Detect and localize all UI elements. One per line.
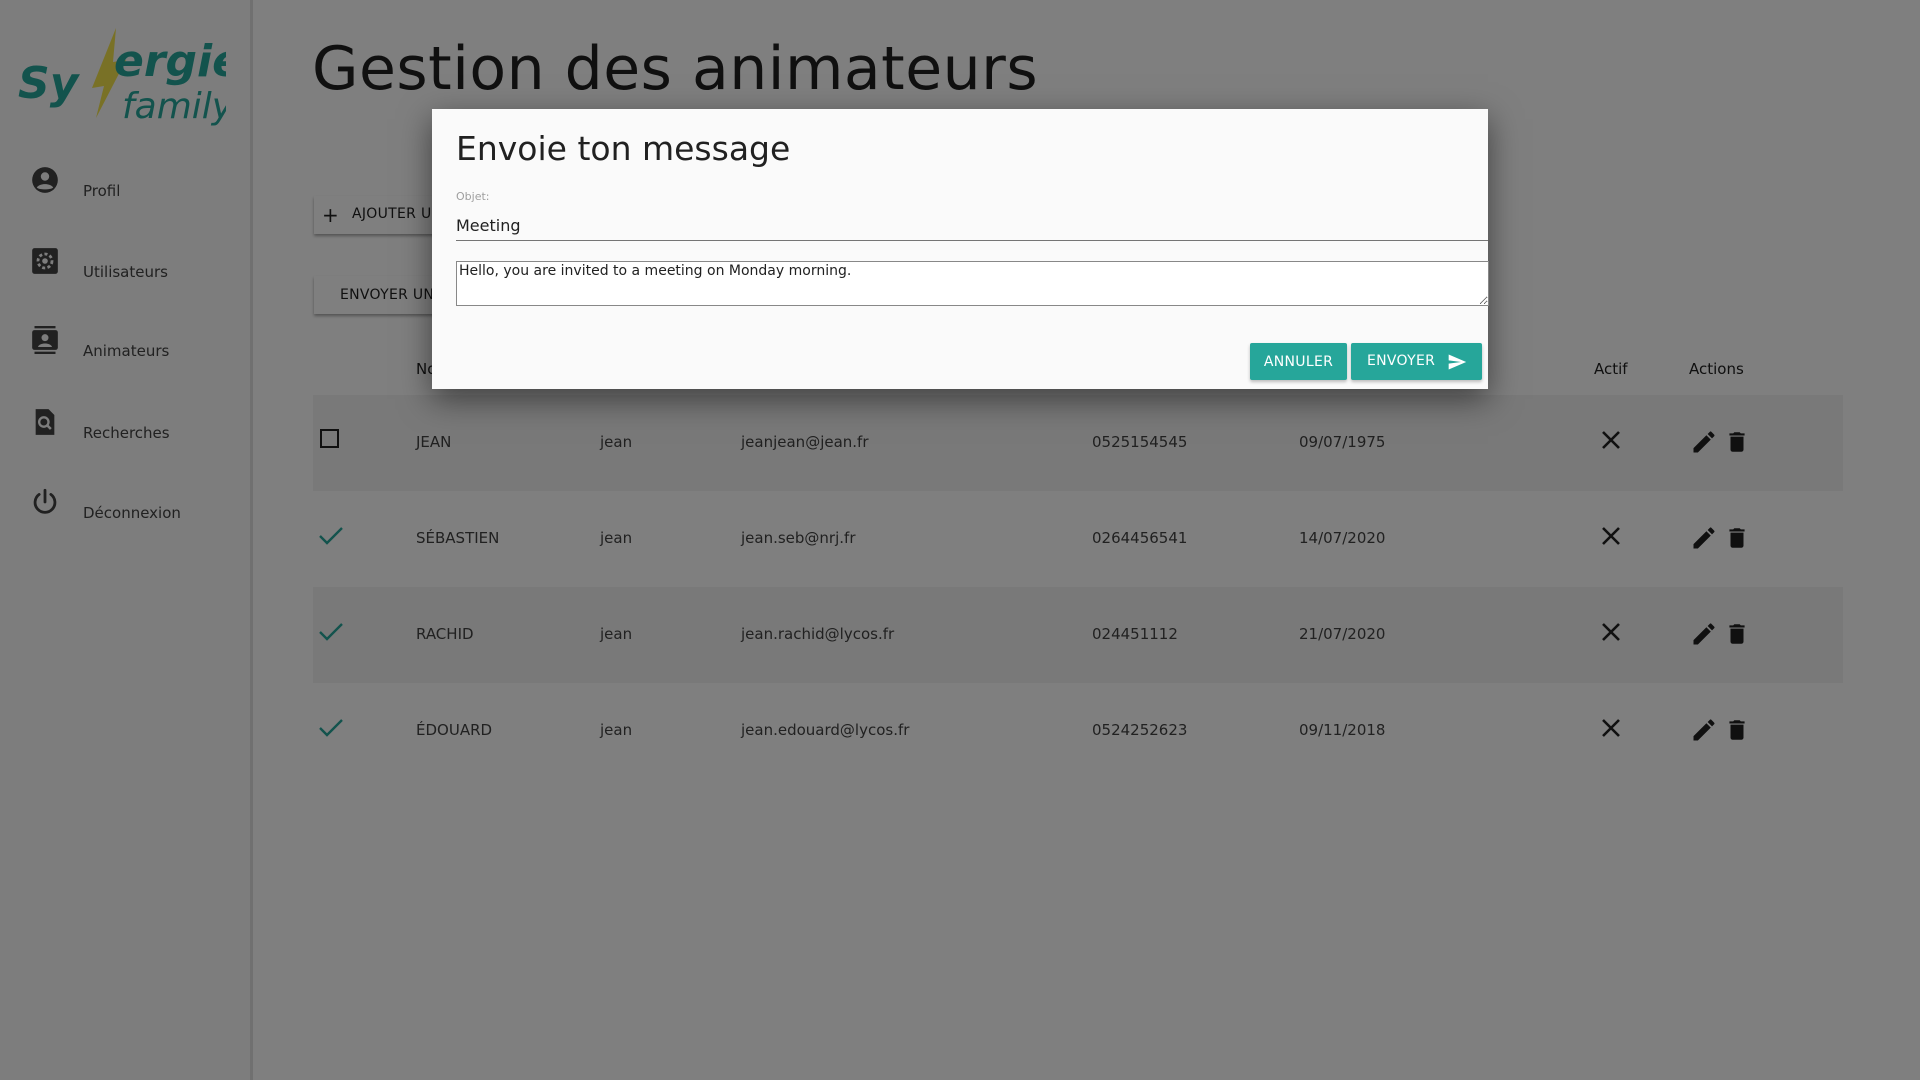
- message-textarea[interactable]: Hello, you are invited to a meeting on M…: [456, 261, 1489, 306]
- cancel-button[interactable]: ANNULER: [1250, 343, 1347, 380]
- send-message-dialog: Envoie ton message Objet: Hello, you are…: [432, 109, 1489, 389]
- dialog-title: Envoie ton message: [456, 129, 791, 168]
- send-button[interactable]: ENVOYER: [1351, 343, 1482, 380]
- subject-field-label: Objet:: [456, 190, 490, 203]
- send-icon: [1448, 354, 1467, 370]
- send-button-label: ENVOYER: [1367, 353, 1436, 369]
- subject-input[interactable]: [456, 211, 1488, 241]
